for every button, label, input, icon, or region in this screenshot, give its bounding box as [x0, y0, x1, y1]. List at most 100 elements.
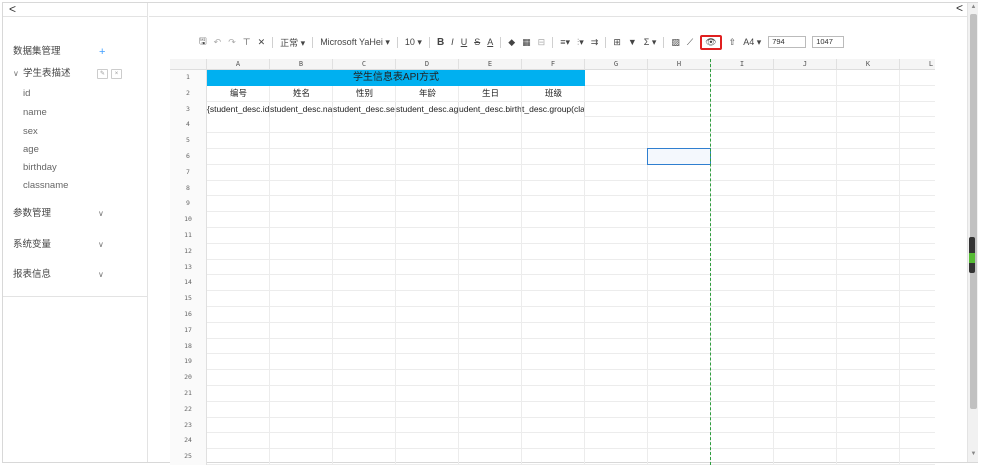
param-management-item[interactable]: 参数管理 ∨	[3, 207, 147, 221]
row-header[interactable]: 16	[170, 307, 207, 323]
sheet-title-cell[interactable]: 学生信息表API方式	[207, 70, 585, 86]
row-header[interactable]: 1	[170, 70, 207, 86]
header-cell[interactable]: 性别	[333, 86, 396, 102]
image-icon[interactable]: ▨	[671, 34, 680, 50]
column-header[interactable]: L	[900, 59, 935, 70]
row-header[interactable]: 5	[170, 133, 207, 149]
font-family-dropdown[interactable]: Microsoft YaHei ▾	[320, 34, 390, 50]
selected-cell[interactable]	[647, 148, 711, 165]
spreadsheet-grid[interactable]: A B C D E F G H I J K L 1 2 3 4 5 6 7 8 9 10 11 12 13 14 15 16 17 18 1…	[170, 59, 935, 465]
field-item[interactable]: classname	[3, 179, 147, 193]
functions-dropdown[interactable]: Σ ▾	[644, 34, 657, 50]
field-item[interactable]: id	[3, 87, 147, 101]
save-icon[interactable]: 🖫	[199, 34, 207, 50]
italic-button[interactable]: I	[451, 34, 454, 50]
page-height-input[interactable]: 1047	[812, 36, 845, 48]
align-horizontal-dropdown[interactable]: ≡▾	[560, 34, 570, 50]
column-header[interactable]: B	[270, 59, 333, 70]
column-header[interactable]: D	[396, 59, 459, 70]
number-format-dropdown[interactable]: 正常 ▾	[280, 34, 305, 50]
chevron-down-icon[interactable]: ∨	[98, 207, 104, 221]
undo-icon[interactable]: ↶	[214, 34, 222, 50]
bold-button[interactable]: B	[437, 34, 444, 50]
row-header[interactable]: 21	[170, 386, 207, 402]
row-header[interactable]: 2	[170, 85, 207, 102]
fill-color-icon[interactable]: ◆	[508, 34, 515, 50]
header-cell[interactable]: 班级	[522, 86, 585, 102]
add-dataset-icon[interactable]: +	[99, 45, 105, 59]
edit-icon[interactable]: ✎	[97, 69, 108, 79]
row-header[interactable]: 11	[170, 228, 207, 244]
row-header[interactable]: 12	[170, 243, 207, 260]
header-cell[interactable]: 姓名	[270, 86, 333, 102]
header-cell[interactable]: 编号	[207, 86, 270, 102]
clear-format-icon[interactable]: ✕	[258, 34, 266, 50]
row-header[interactable]: 18	[170, 338, 207, 355]
row-header[interactable]: 3	[170, 101, 207, 118]
redo-icon[interactable]: ↷	[228, 34, 236, 50]
delete-icon[interactable]: ×	[111, 69, 122, 79]
row-header[interactable]: 20	[170, 370, 207, 386]
back-chevron-icon[interactable]: <	[9, 2, 16, 16]
chevron-down-icon[interactable]: ∨	[98, 238, 104, 252]
row-header[interactable]: 23	[170, 417, 207, 434]
align-vertical-dropdown[interactable]: ⫶▾	[577, 34, 584, 50]
field-item[interactable]: birthday	[3, 161, 147, 175]
underline-button[interactable]: U	[461, 34, 468, 50]
row-header[interactable]: 15	[170, 291, 207, 307]
borders-icon[interactable]: ▦	[522, 34, 531, 50]
row-header[interactable]: 24	[170, 433, 207, 450]
binding-cell[interactable]: student_desc.se	[333, 101, 396, 118]
format-painter-icon[interactable]: ⊤	[243, 34, 251, 50]
row-header[interactable]: 6	[170, 149, 207, 165]
row-header[interactable]: 9	[170, 196, 207, 213]
text-wrap-icon[interactable]: ⇉	[591, 34, 599, 50]
filter-icon[interactable]: ▼	[628, 34, 637, 50]
row-header[interactable]: 25	[170, 449, 207, 465]
strikethrough-button[interactable]: S	[474, 34, 480, 50]
chart-icon[interactable]: ⟋	[687, 34, 693, 50]
scroll-up-icon[interactable]: ▲	[969, 4, 978, 10]
merge-cells-icon[interactable]: ⊟	[538, 34, 546, 50]
header-cell[interactable]: 年龄	[396, 86, 459, 102]
column-header[interactable]: E	[459, 59, 522, 70]
header-cell[interactable]: 生日	[459, 86, 522, 102]
scroll-down-icon[interactable]: ▼	[969, 451, 978, 457]
binding-cell[interactable]: {student_desc.id	[207, 101, 270, 118]
side-drag-handle[interactable]	[969, 237, 975, 273]
field-item[interactable]: age	[3, 143, 147, 157]
row-header[interactable]: 10	[170, 212, 207, 228]
preview-eye-icon[interactable]: 👁	[700, 34, 722, 50]
report-info-item[interactable]: 报表信息 ∨	[3, 268, 147, 282]
row-header[interactable]: 4	[170, 117, 207, 134]
column-header[interactable]: C	[333, 59, 396, 70]
paper-size-dropdown[interactable]: A4 ▾	[743, 34, 761, 50]
expand-caret-icon[interactable]: ∨	[13, 67, 19, 81]
column-header[interactable]: I	[711, 59, 774, 70]
page-width-input[interactable]: 794	[768, 36, 807, 48]
row-header[interactable]: 7	[170, 164, 207, 181]
chevron-down-icon[interactable]: ∨	[98, 268, 104, 282]
font-size-dropdown[interactable]: 10 ▾	[405, 34, 422, 50]
binding-cell[interactable]: t_desc.group(cla	[522, 101, 585, 118]
row-header[interactable]: 19	[170, 354, 207, 371]
field-item[interactable]: sex	[3, 125, 147, 139]
freeze-icon[interactable]: ⊞	[613, 34, 621, 50]
grid-corner[interactable]	[170, 59, 207, 70]
font-color-button[interactable]: A	[487, 34, 493, 50]
binding-cell[interactable]: student_desc.nar	[270, 101, 333, 118]
row-header[interactable]: 13	[170, 259, 207, 276]
column-header[interactable]: A	[207, 59, 270, 70]
scrollbar-thumb[interactable]	[970, 14, 977, 409]
field-item[interactable]: name	[3, 106, 147, 120]
column-header[interactable]: K	[837, 59, 900, 70]
column-header[interactable]: H	[648, 59, 711, 70]
row-header[interactable]: 22	[170, 401, 207, 418]
dataset-management-item[interactable]: 数据集管理 +	[3, 45, 147, 59]
system-variables-item[interactable]: 系统变量 ∨	[3, 238, 147, 252]
binding-cell[interactable]: udent_desc.birth	[459, 101, 522, 118]
row-header[interactable]: 14	[170, 275, 207, 292]
binding-cell[interactable]: student_desc.ag	[396, 101, 459, 118]
column-header[interactable]: J	[774, 59, 837, 70]
print-upload-icon[interactable]: ⇧	[729, 34, 737, 50]
